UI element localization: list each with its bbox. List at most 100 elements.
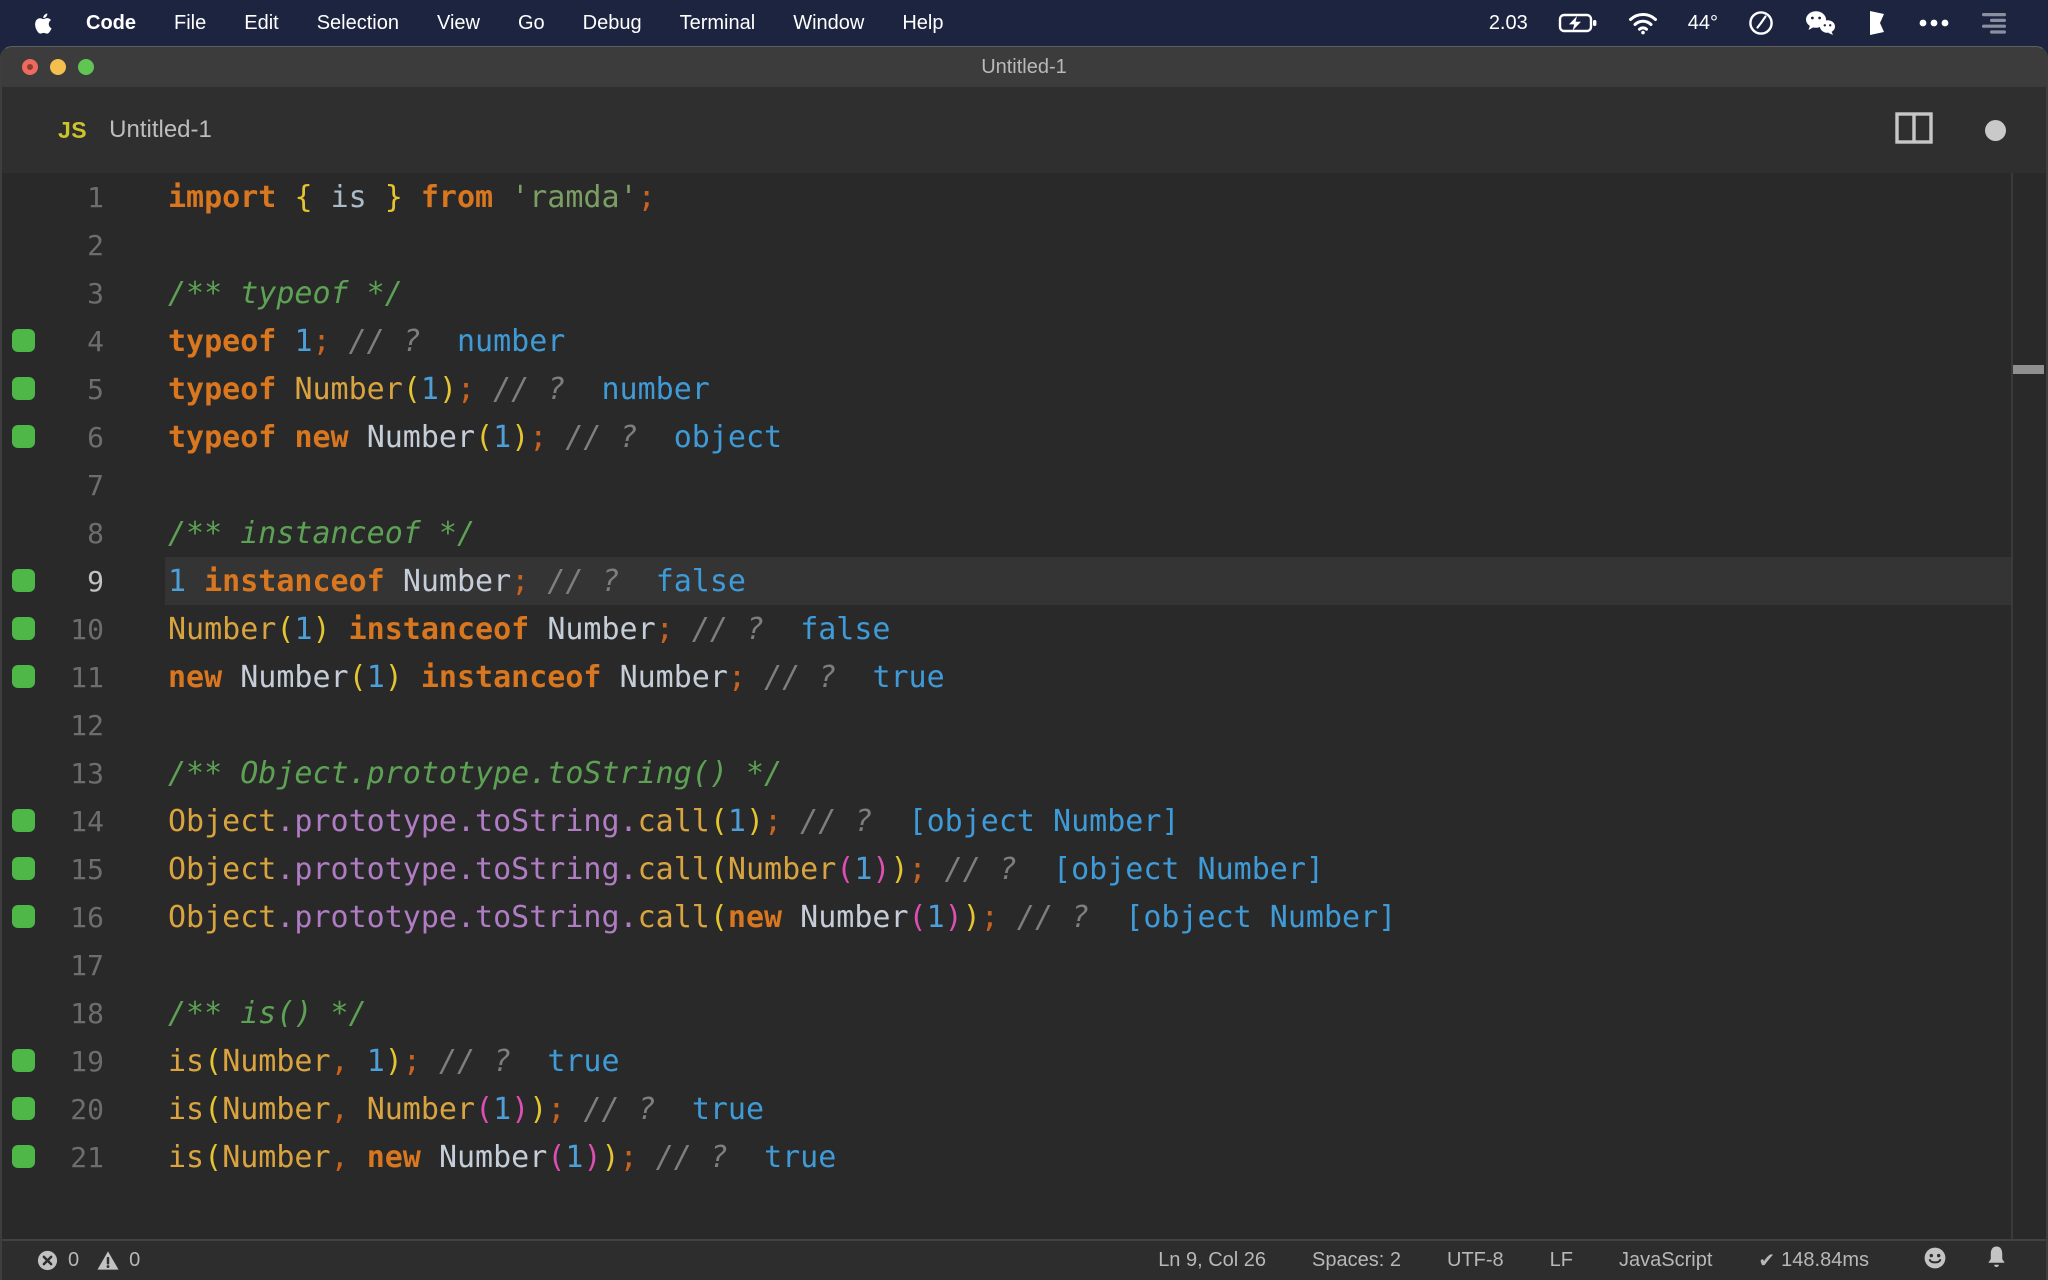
quokka-exec-time[interactable]: ✔ 148.84ms: [1758, 1248, 1869, 1273]
line-number: 1: [87, 180, 104, 214]
code-editor[interactable]: 1 import { is } from 'ramda'; 2 3 /** typeof…: [2, 173, 2046, 1239]
problems-indicator[interactable]: 0 0: [36, 1249, 148, 1272]
token-br1: ): [438, 371, 457, 407]
token-br2: (: [836, 851, 855, 887]
code-line[interactable]: 19 is(Number, 1); // ? true: [2, 1037, 2046, 1085]
file-encoding[interactable]: UTF-8: [1447, 1249, 1504, 1272]
token-prop: .prototype.toString.: [276, 899, 638, 935]
split-editor-icon[interactable]: [1895, 111, 1933, 149]
line-number: 14: [70, 804, 104, 838]
wifi-icon[interactable]: [1628, 12, 1658, 35]
code-line[interactable]: 13 /** Object.prototype.toString() */: [2, 749, 2046, 797]
token-pun: ;: [908, 851, 927, 887]
wechat-icon[interactable]: [1804, 10, 1836, 36]
token-fn: is: [168, 1091, 205, 1127]
code-line[interactable]: 15 Object.prototype.toString.call(Number(…: [2, 845, 2046, 893]
code-text: typeof new Number(1); // ? object: [168, 420, 782, 455]
code-line[interactable]: 6 typeof new Number(1); // ? object: [2, 413, 2046, 461]
token-kw: new: [168, 659, 223, 695]
token-pun: ;: [547, 1091, 566, 1127]
token-cm2: // ?: [764, 659, 837, 695]
token-num: 1: [565, 1139, 584, 1175]
temperature-indicator[interactable]: 44°: [1688, 12, 1718, 35]
menu-item-window[interactable]: Window: [774, 12, 883, 35]
token-br1: (: [475, 419, 494, 455]
token-kw: typeof: [168, 323, 277, 359]
code-text: typeof Number(1); // ? number: [168, 372, 710, 407]
menu-item-debug[interactable]: Debug: [564, 12, 661, 35]
tab-actions: [1895, 111, 2006, 149]
feedback-smiley-icon[interactable]: [1923, 1246, 1947, 1276]
tab-filename[interactable]: Untitled-1: [109, 116, 212, 144]
ellipsis-icon[interactable]: [1918, 18, 1950, 28]
scrollbar-marker[interactable]: [2013, 365, 2044, 374]
code-line[interactable]: 11 new Number(1) instanceof Number; // ? …: [2, 653, 2046, 701]
code-line[interactable]: 8 /** instanceof */: [2, 509, 2046, 557]
notifications-bell-icon[interactable]: [1985, 1245, 2008, 1276]
battery-charging-icon[interactable]: [1558, 12, 1598, 34]
menu-item-terminal[interactable]: Terminal: [661, 12, 775, 35]
errors-count: 0: [68, 1249, 80, 1271]
code-line[interactable]: 10 Number(1) instanceof Number; // ? fals…: [2, 605, 2046, 653]
menu-item-selection[interactable]: Selection: [298, 12, 418, 35]
code-line[interactable]: 17: [2, 941, 2046, 989]
token-cmt: /** is() */: [168, 995, 367, 1031]
code-line[interactable]: 1 import { is } from 'ramda';: [2, 173, 2046, 221]
list-icon[interactable]: [1980, 12, 2008, 34]
code-text: /** typeof */: [168, 276, 403, 311]
menu-item-edit[interactable]: Edit: [225, 12, 297, 35]
menu-item-go[interactable]: Go: [499, 12, 564, 35]
line-number: 2: [87, 228, 104, 262]
eol-setting[interactable]: LF: [1550, 1249, 1573, 1272]
code-line[interactable]: 21 is(Number, new Number(1)); // ? true: [2, 1133, 2046, 1181]
code-line[interactable]: 20 is(Number, Number(1)); // ? true: [2, 1085, 2046, 1133]
window-titlebar[interactable]: Untitled-1: [2, 47, 2046, 87]
close-button[interactable]: [22, 59, 38, 75]
code-text: /** is() */: [168, 996, 367, 1031]
unsaved-changes-dot[interactable]: [1985, 119, 2006, 141]
check-icon: ✔: [1758, 1250, 1776, 1272]
cpu-load-indicator[interactable]: 2.03: [1489, 12, 1528, 35]
token-out: true: [691, 1091, 765, 1127]
code-line[interactable]: 18 /** is() */: [2, 989, 2046, 1037]
minimize-button[interactable]: [50, 59, 66, 75]
code-line[interactable]: 14 Object.prototype.toString.call(1); // …: [2, 797, 2046, 845]
code-line[interactable]: 4 typeof 1; // ? number: [2, 317, 2046, 365]
code-line-active[interactable]: 9 1 instanceof Number; // ? false: [2, 557, 2046, 605]
indentation-setting[interactable]: Spaces: 2: [1312, 1249, 1401, 1272]
flag-icon[interactable]: [1866, 10, 1888, 36]
code-line[interactable]: 12: [2, 701, 2046, 749]
menu-item-help[interactable]: Help: [883, 12, 962, 35]
zoom-button[interactable]: [78, 59, 94, 75]
token-fn: is: [168, 1043, 205, 1079]
menu-item-code[interactable]: Code: [67, 12, 155, 35]
line-number: 5: [87, 372, 104, 406]
traffic-lights: [22, 59, 94, 75]
language-mode[interactable]: JavaScript: [1619, 1249, 1712, 1272]
cursor-position[interactable]: Ln 9, Col 26: [1158, 1249, 1266, 1272]
token-fn: Number: [727, 851, 837, 887]
code-line[interactable]: 5 typeof Number(1); // ? number: [2, 365, 2046, 413]
menu-item-file[interactable]: File: [155, 12, 225, 35]
token-kw: instanceof: [420, 659, 602, 695]
code-line[interactable]: 3 /** typeof */: [2, 269, 2046, 317]
token-out: [object Number]: [1053, 851, 1324, 887]
apple-menu-icon[interactable]: [32, 11, 53, 36]
token-cm2: // ?: [493, 371, 566, 407]
code-line[interactable]: 7: [2, 461, 2046, 509]
menu-item-view[interactable]: View: [418, 12, 499, 35]
token-out: number: [457, 323, 566, 359]
token-fn: call: [637, 803, 710, 839]
code-line[interactable]: 2: [2, 221, 2046, 269]
token-br1: ): [601, 1139, 620, 1175]
token-fn: Number: [222, 1091, 331, 1127]
clock-icon[interactable]: [1748, 10, 1774, 36]
code-line[interactable]: 16 Object.prototype.toString.call(new Num…: [2, 893, 2046, 941]
